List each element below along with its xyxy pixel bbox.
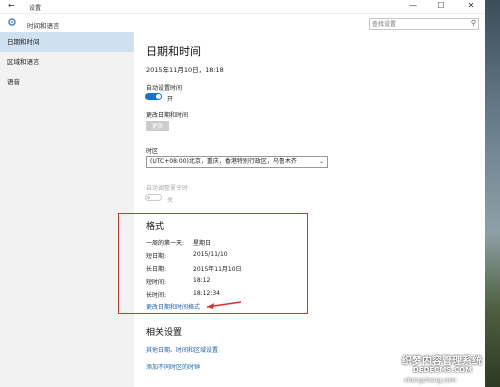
dst-state: 关 bbox=[167, 197, 174, 204]
annotation-arrow-icon bbox=[206, 301, 242, 309]
close-button[interactable]: ✕ bbox=[463, 1, 479, 10]
search-icon[interactable]: ⚲ bbox=[471, 19, 476, 27]
dst-label: 自动调整夏令时 bbox=[146, 185, 189, 192]
back-arrow-icon[interactable]: ← bbox=[8, 1, 15, 10]
chevron-down-icon: ⌄ bbox=[318, 158, 324, 165]
gear-icon: ⚙ bbox=[7, 16, 17, 29]
sidebar-item-speech[interactable]: 语音 bbox=[0, 72, 134, 92]
related-link-region-settings[interactable]: 其他日期、时间和区域设置 bbox=[146, 345, 218, 354]
minimize-button[interactable]: — bbox=[405, 1, 421, 10]
section-title: 时间和语言 bbox=[27, 22, 60, 30]
change-datetime-label: 更改日期和时间 bbox=[146, 112, 189, 119]
watermark-line-1: 织梦内容管理系统 bbox=[402, 356, 482, 367]
watermark-line-3: xitongcheng.com bbox=[404, 377, 456, 384]
maximize-button[interactable]: ☐ bbox=[433, 1, 449, 10]
auto-time-label: 自动设置时间 bbox=[146, 85, 183, 92]
sidebar-item-date-time[interactable]: 日期和时间 bbox=[0, 32, 134, 52]
settings-header: ⚙ 时间和语言 ⚲ bbox=[0, 14, 485, 32]
page-title: 日期和时间 bbox=[146, 45, 201, 58]
highlight-box bbox=[118, 213, 308, 314]
related-link-add-clocks[interactable]: 添加不同时区的时钟 bbox=[146, 362, 200, 371]
timezone-label: 时区 bbox=[146, 148, 159, 155]
related-settings-title: 相关设置 bbox=[146, 328, 183, 338]
change-datetime-button[interactable]: 更改 bbox=[146, 121, 169, 131]
timezone-value: (UTC+08:00)北京，重庆，香港特别行政区，乌鲁木齐 bbox=[150, 158, 297, 165]
search-box[interactable]: ⚲ bbox=[369, 18, 479, 30]
search-input[interactable] bbox=[370, 19, 462, 29]
timezone-select[interactable]: (UTC+08:00)北京，重庆，香港特别行政区，乌鲁木齐 ⌄ bbox=[146, 156, 328, 168]
auto-time-toggle[interactable] bbox=[145, 93, 162, 100]
sidebar: 日期和时间 区域和语言 语音 bbox=[0, 32, 134, 387]
title-bar: ← 设置 — ☐ ✕ bbox=[0, 0, 485, 14]
window-title: 设置 bbox=[29, 5, 42, 12]
dst-toggle[interactable] bbox=[145, 194, 162, 201]
auto-time-state: 开 bbox=[167, 96, 174, 103]
watermark-line-2: DEDECMS.COM bbox=[413, 366, 473, 374]
sidebar-item-region-language[interactable]: 区域和语言 bbox=[0, 52, 134, 72]
current-datetime: 2015年11月10日，18:18 bbox=[146, 66, 224, 74]
